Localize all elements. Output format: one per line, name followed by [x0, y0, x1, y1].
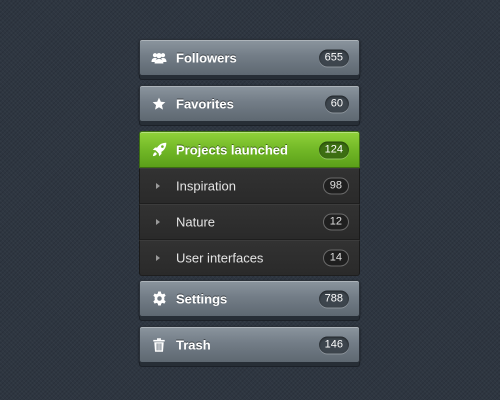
submenu-item-nature[interactable]: Nature 12 [139, 204, 360, 240]
menu-item-label: Favorites [176, 96, 234, 111]
gear-icon [151, 291, 167, 307]
count-badge: 14 [322, 249, 349, 267]
count-badge: 655 [318, 49, 349, 66]
submenu-item-user-interfaces[interactable]: User interfaces 14 [139, 240, 360, 276]
menu-item-label: Projects launched [176, 142, 288, 157]
menu-item-settings[interactable]: Settings 788 [139, 280, 360, 321]
count-badge: 60 [324, 95, 349, 112]
triangle-right-icon [156, 219, 160, 225]
count-badge: 146 [318, 336, 349, 353]
menu-item-trash[interactable]: Trash 146 [139, 326, 360, 367]
star-icon [151, 96, 167, 112]
trash-icon [151, 337, 167, 353]
menu-item-favorites[interactable]: Favorites 60 [139, 85, 360, 126]
rocket-icon [151, 142, 167, 158]
count-badge: 98 [322, 177, 349, 195]
submenu-item-label: Inspiration [176, 178, 236, 194]
submenu-item-label: User interfaces [176, 250, 264, 266]
submenu-item-inspiration[interactable]: Inspiration 98 [139, 168, 360, 204]
submenu-group: Projects launched 124 Inspiration 98 Nat… [139, 131, 360, 276]
submenu-item-label: Nature [176, 214, 216, 230]
sidebar-menu: Followers 655 Favorites 60 Projects laun… [139, 39, 360, 367]
users-icon [151, 50, 167, 66]
count-badge: 124 [318, 141, 349, 158]
count-badge: 788 [318, 290, 349, 307]
menu-item-followers[interactable]: Followers 655 [139, 39, 360, 80]
menu-item-label: Followers [176, 50, 237, 65]
triangle-right-icon [156, 255, 160, 261]
menu-item-label: Settings [176, 291, 228, 306]
menu-item-projects-launched[interactable]: Projects launched 124 [139, 131, 360, 168]
count-badge: 12 [322, 213, 349, 231]
menu-item-label: Trash [176, 337, 211, 352]
triangle-right-icon [156, 183, 160, 189]
